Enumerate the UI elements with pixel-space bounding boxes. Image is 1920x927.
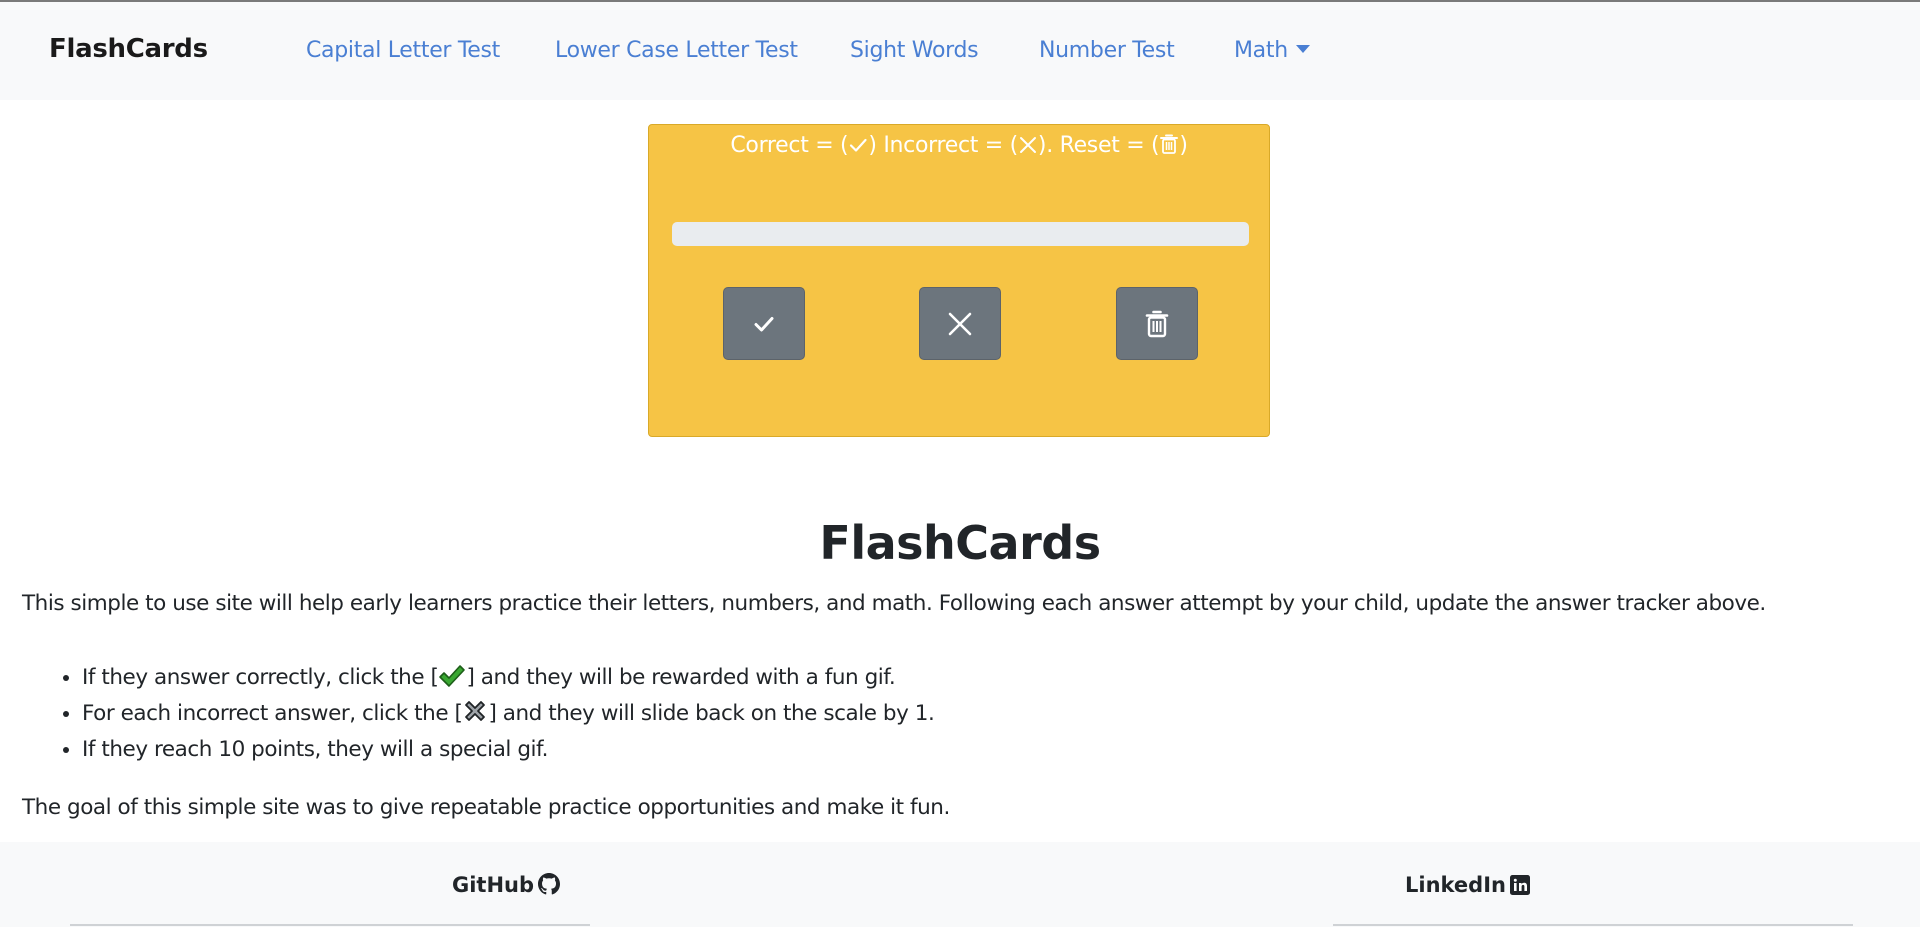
- navbar: FlashCards Capital Letter Test Lower Cas…: [0, 2, 1920, 100]
- instruction-end-text: ): [1179, 133, 1188, 158]
- green-check-mark-icon: [439, 665, 466, 687]
- nav-link-capital-letter-test[interactable]: Capital Letter Test: [306, 38, 500, 63]
- cross-mark-icon: [465, 701, 486, 721]
- footer-divider: [1333, 924, 1853, 926]
- goal-paragraph: The goal of this simple site was to give…: [22, 795, 950, 820]
- answer-tracker-card: Correct = ( ) Incorrect = ( ). Reset = (): [648, 124, 1270, 437]
- tip-text-after: ] and they will be rewarded with a fun g…: [466, 665, 896, 690]
- tip-text-before: If they answer correctly, click the [: [82, 665, 439, 690]
- navbar-brand[interactable]: FlashCards: [49, 34, 208, 64]
- caret-down-icon: [1295, 45, 1310, 53]
- github-label: GitHub: [452, 873, 535, 897]
- instruction-reset-text: ). Reset = (: [1037, 133, 1160, 158]
- nav-link-sight-words[interactable]: Sight Words: [850, 38, 979, 63]
- github-icon: [538, 873, 561, 895]
- tracker-instructions: Correct = ( ) Incorrect = ( ). Reset = (): [649, 133, 1269, 158]
- linkedin-label: LinkedIn: [1405, 873, 1506, 897]
- linkedin-link[interactable]: LinkedIn: [1405, 873, 1530, 897]
- linkedin-icon: [1509, 875, 1530, 895]
- instruction-incorrect-text: ) Incorrect = (: [868, 133, 1018, 158]
- correct-button[interactable]: [723, 287, 805, 360]
- intro-paragraph: This simple to use site will help early …: [22, 591, 1766, 616]
- list-item: If they reach 10 points, they will a spe…: [82, 732, 934, 768]
- tip-text-after: ] and they will slide back on the scale …: [488, 701, 935, 726]
- tip-text: If they reach 10 points, they will a spe…: [82, 737, 548, 762]
- page-title: FlashCards: [819, 516, 1101, 570]
- check-icon: [754, 316, 774, 331]
- instruction-correct-text: Correct = (: [730, 133, 849, 158]
- reset-button[interactable]: [1116, 287, 1198, 360]
- x-icon: [948, 312, 972, 335]
- trash-icon: [1160, 134, 1179, 154]
- github-link[interactable]: GitHub: [452, 873, 561, 897]
- x-icon: [1019, 137, 1036, 153]
- incorrect-button[interactable]: [919, 287, 1001, 360]
- nav-link-lower-case-letter-test[interactable]: Lower Case Letter Test: [555, 38, 798, 63]
- footer-divider: [70, 924, 590, 926]
- nav-link-number-test[interactable]: Number Test: [1039, 38, 1175, 63]
- score-progress-bar: [672, 222, 1249, 246]
- instructions-list: If they answer correctly, click the [ ] a…: [22, 660, 935, 768]
- footer: GitHub LinkedIn: [0, 842, 1920, 927]
- tip-text-before: For each incorrect answer, click the [: [82, 701, 463, 726]
- list-item: If they answer correctly, click the [ ] a…: [82, 660, 934, 696]
- nav-dropdown-math[interactable]: Math: [1234, 38, 1310, 63]
- trash-icon: [1145, 310, 1169, 337]
- list-item: For each incorrect answer, click the [ ] …: [82, 696, 935, 732]
- nav-dropdown-math-label: Math: [1234, 38, 1288, 63]
- check-icon: [850, 138, 867, 152]
